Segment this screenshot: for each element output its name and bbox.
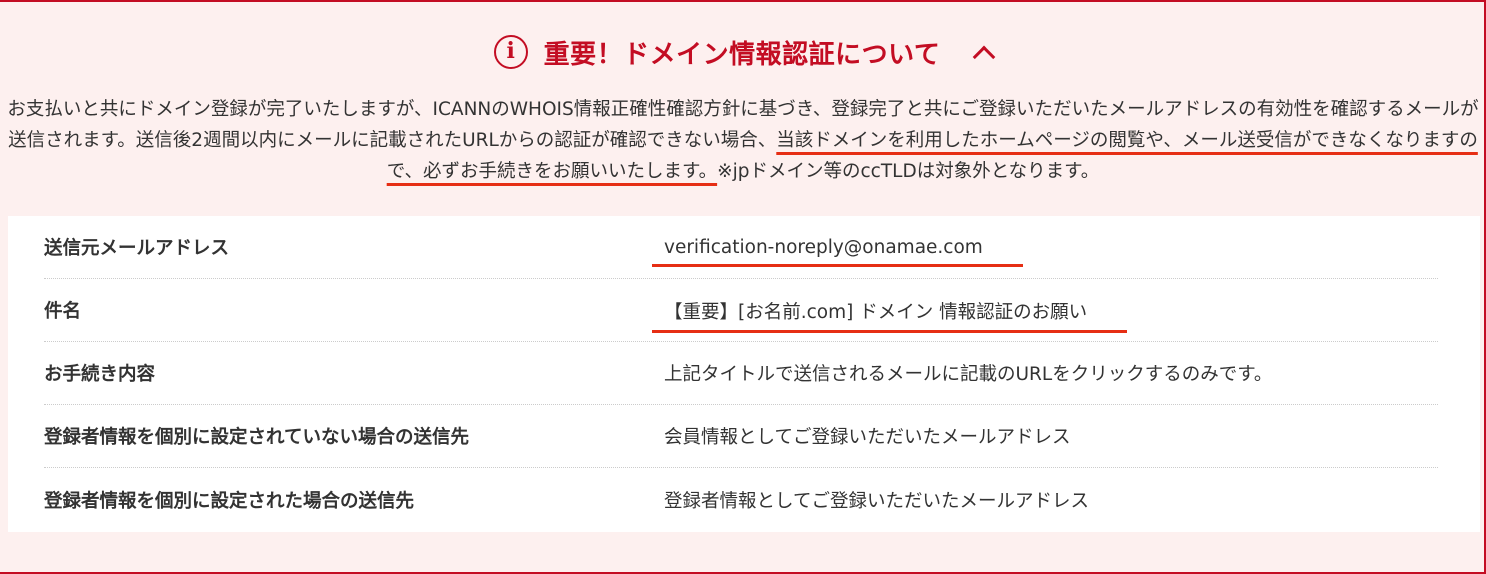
info-icon: i bbox=[493, 35, 528, 69]
table-row: 登録者情報を個別に設定されていない場合の送信先 会員情報としてご登録いただいたメ… bbox=[44, 405, 1438, 468]
email-subject: 【重要】[お名前.com] ドメイン 情報認証のお願い bbox=[652, 298, 1128, 333]
panel-toggle-header[interactable]: i 重要！ドメイン情報認証について bbox=[0, 28, 1486, 76]
row-label-procedure: お手続き内容 bbox=[44, 364, 156, 385]
description-text: お支払いと共にドメイン登録が完了いたしますが、ICANNのWHOIS情報正確性確… bbox=[0, 94, 1486, 187]
row-value-procedure: 上記タイトルで送信されるメールに記載のURLをクリックするのみです。 bbox=[664, 364, 1273, 385]
description-part-2: ※jpドメイン等のccTLDは対象外となります。 bbox=[717, 161, 1100, 182]
row-label-custom-recipient: 登録者情報を個別に設定された場合の送信先 bbox=[44, 490, 415, 512]
domain-verification-panel: i 重要！ドメイン情報認証について お支払いと共にドメイン登録が完了いたしますが… bbox=[0, 0, 1486, 574]
panel-title: 重要！ドメイン情報認証について bbox=[543, 39, 941, 70]
sender-email: verification-noreply@onamae.com bbox=[652, 237, 1023, 267]
table-row: 送信元メールアドレス verification-noreply@onamae.c… bbox=[44, 216, 1438, 279]
row-value-sender: verification-noreply@onamae.com bbox=[652, 237, 1438, 267]
table-row: 登録者情報を個別に設定された場合の送信先 登録者情報としてご登録いただいたメール… bbox=[44, 468, 1438, 531]
row-value-custom-recipient: 登録者情報としてご登録いただいたメールアドレス bbox=[664, 490, 1089, 512]
row-label-default-recipient: 登録者情報を個別に設定されていない場合の送信先 bbox=[44, 427, 469, 448]
row-value-default-recipient: 会員情報としてご登録いただいたメールアドレス bbox=[664, 427, 1071, 448]
chevron-up-icon[interactable] bbox=[973, 45, 996, 69]
row-value-subject: 【重要】[お名前.com] ドメイン 情報認証のお願い bbox=[652, 298, 1438, 333]
verification-info-table: 送信元メールアドレス verification-noreply@onamae.c… bbox=[8, 216, 1480, 532]
row-label-sender: 送信元メールアドレス bbox=[44, 238, 230, 259]
table-row: 件名 【重要】[お名前.com] ドメイン 情報認証のお願い bbox=[44, 279, 1438, 342]
row-label-subject: 件名 bbox=[44, 301, 82, 322]
table-row: お手続き内容 上記タイトルで送信されるメールに記載のURLをクリックするのみです… bbox=[44, 342, 1438, 405]
